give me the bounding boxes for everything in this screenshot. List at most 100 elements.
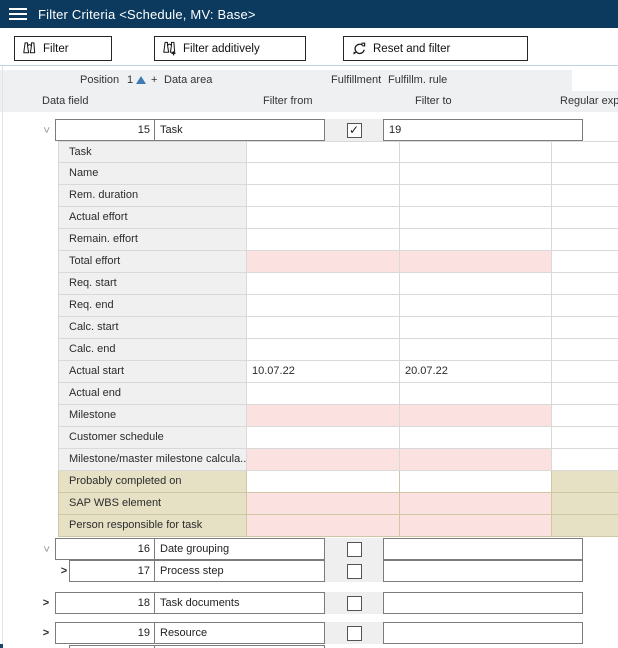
fulfillm-rule-field[interactable] (383, 592, 583, 614)
position-field[interactable]: 18Task documents (55, 592, 325, 614)
position-field[interactable]: 16Date grouping (55, 538, 325, 560)
filter-to-cell[interactable] (400, 515, 552, 537)
regular-expr-cell[interactable] (552, 185, 618, 207)
add-position-control[interactable]: + (151, 70, 157, 91)
regular-expr-cell[interactable] (552, 427, 618, 449)
filter-from-cell[interactable] (247, 383, 400, 405)
filter-to-cell[interactable] (400, 207, 552, 229)
regular-expr-cell[interactable] (552, 141, 618, 163)
data-field-label: Name (58, 163, 247, 185)
fulfillment-checkbox[interactable]: ✓ (347, 123, 362, 138)
position-field[interactable]: 17Process step (69, 560, 325, 582)
filter-button[interactable]: Filter (14, 36, 112, 61)
chevron-right-icon[interactable] (39, 622, 53, 644)
filter-from-cell[interactable] (247, 317, 400, 339)
filter-from-cell[interactable] (247, 471, 400, 493)
filter-to-cell[interactable] (400, 383, 552, 405)
regular-expr-cell[interactable] (552, 207, 618, 229)
position-number-cell[interactable]: 19 (56, 623, 155, 643)
regular-expr-cell[interactable] (552, 229, 618, 251)
filter-to-cell[interactable] (400, 493, 552, 515)
filter-from-cell[interactable] (247, 207, 400, 229)
filter-from-cell[interactable] (247, 141, 400, 163)
regular-expr-cell[interactable] (552, 515, 618, 537)
data-field-label: Req. start (58, 273, 247, 295)
filter-to-cell[interactable] (400, 295, 552, 317)
data-area-cell[interactable]: Task documents (155, 593, 324, 613)
chevron-down-icon[interactable] (39, 119, 53, 141)
filter-to-cell[interactable] (400, 449, 552, 471)
filter-to-cell[interactable] (400, 427, 552, 449)
position-field[interactable]: 15Task (55, 119, 325, 141)
fulfillment-checkbox[interactable] (347, 542, 362, 557)
filter-from-cell[interactable] (247, 405, 400, 427)
filter-to-cell[interactable] (400, 273, 552, 295)
filter-from-cell[interactable] (247, 427, 400, 449)
filter-from-cell[interactable] (247, 493, 400, 515)
regular-expr-cell[interactable] (552, 317, 618, 339)
filter-criteria-dialog: Filter Criteria <Schedule, MV: Base> Fil… (0, 0, 618, 648)
data-field-label: Person responsible for task (58, 515, 247, 537)
regular-expr-cell[interactable] (552, 295, 618, 317)
filter-to-cell[interactable] (400, 471, 552, 493)
filter-to-cell[interactable]: 20.07.22 (400, 361, 552, 383)
fulfillm-rule-field[interactable] (383, 622, 583, 644)
position-field[interactable]: 19Resource (55, 622, 325, 644)
data-area-cell[interactable]: Process step (155, 561, 324, 581)
filter-to-cell[interactable] (400, 317, 552, 339)
regular-expr-cell[interactable] (552, 383, 618, 405)
reset-and-filter-button[interactable]: Reset and filter (343, 36, 528, 61)
filter-to-cell[interactable] (400, 339, 552, 361)
data-area-cell[interactable]: Resource (155, 623, 324, 643)
regular-expr-cell[interactable] (552, 405, 618, 427)
data-area-cell[interactable]: Date grouping (155, 539, 324, 559)
regular-expr-cell[interactable] (552, 361, 618, 383)
filter-from-cell[interactable] (247, 163, 400, 185)
reset-and-filter-button-label: Reset and filter (373, 43, 450, 55)
menu-icon[interactable] (9, 8, 27, 20)
filter-to-cell[interactable] (400, 141, 552, 163)
position-number-cell[interactable]: 15 (56, 120, 155, 140)
filter-from-cell[interactable] (247, 273, 400, 295)
fulfillment-checkbox[interactable] (347, 626, 362, 641)
chevron-right-icon[interactable] (39, 592, 53, 614)
filter-additively-button-label: Filter additively (183, 43, 260, 55)
regular-expr-cell[interactable] (552, 273, 618, 295)
chevron-down-icon[interactable] (39, 538, 53, 560)
filter-to-cell[interactable] (400, 229, 552, 251)
fulfillment-cell (325, 592, 383, 614)
regular-expr-cell[interactable] (552, 471, 618, 493)
position-number-cell[interactable]: 16 (56, 539, 155, 559)
regular-expr-cell[interactable] (552, 493, 618, 515)
filter-from-cell[interactable] (247, 251, 400, 273)
fulfillment-checkbox[interactable] (347, 596, 362, 611)
filter-from-cell[interactable] (247, 515, 400, 537)
filter-to-cell[interactable] (400, 251, 552, 273)
fulfillm-rule-field[interactable] (383, 538, 583, 560)
filter-to-cell[interactable] (400, 163, 552, 185)
filter-additively-button[interactable]: Filter additively (154, 36, 306, 61)
data-field-header: Data field (42, 91, 88, 112)
position-number-cell[interactable]: 17 (70, 561, 155, 581)
sort-ascending-icon[interactable] (136, 76, 146, 84)
fulfillment-checkbox[interactable] (347, 564, 362, 579)
filter-from-cell[interactable] (247, 185, 400, 207)
data-area-cell[interactable]: Task (155, 120, 324, 140)
regular-expr-cell[interactable] (552, 163, 618, 185)
window-corner (0, 644, 3, 648)
regular-expr-cell[interactable] (552, 449, 618, 471)
fulfillm-rule-field[interactable]: 19 (383, 119, 583, 141)
data-field-label: Calc. start (58, 317, 247, 339)
filter-from-cell[interactable] (247, 229, 400, 251)
fulfillm-rule-field[interactable] (383, 560, 583, 582)
filter-from-cell[interactable] (247, 339, 400, 361)
position-number-cell[interactable]: 18 (56, 593, 155, 613)
filter-from-cell[interactable] (247, 295, 400, 317)
regular-expr-cell[interactable] (552, 339, 618, 361)
filter-from-cell[interactable]: 10.07.22 (247, 361, 400, 383)
regular-expr-cell[interactable] (552, 251, 618, 273)
filter-to-cell[interactable] (400, 405, 552, 427)
filter-from-cell[interactable] (247, 449, 400, 471)
fulfillment-header: Fulfillment (331, 70, 381, 91)
filter-to-cell[interactable] (400, 185, 552, 207)
